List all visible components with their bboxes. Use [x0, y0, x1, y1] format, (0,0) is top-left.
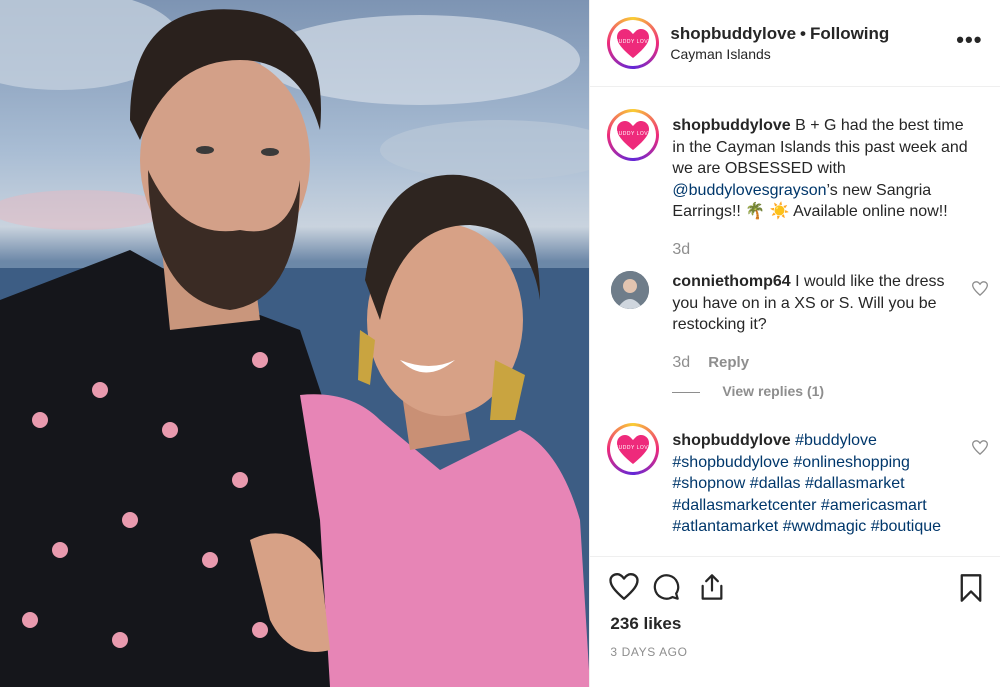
more-options-icon[interactable]: ••• — [956, 29, 982, 51]
location-link[interactable]: Cayman Islands — [670, 46, 770, 62]
bookmark-save-icon[interactable] — [959, 573, 983, 603]
share-upload-icon[interactable] — [698, 573, 726, 601]
post-header: BUDDY LOVE shopbuddylove • Following Cayma… — [590, 0, 1000, 87]
caption-text: shopbuddylove B + G had the best time in… — [672, 115, 972, 223]
comment-bubble-icon[interactable] — [652, 573, 680, 601]
commenter-avatar[interactable] — [611, 271, 650, 309]
caption-username[interactable]: shopbuddylove — [672, 117, 790, 134]
view-replies-button[interactable]: View replies (1) — [722, 383, 824, 399]
caption-time[interactable]: 3d — [672, 241, 690, 259]
following-button[interactable]: Following — [810, 24, 889, 43]
brand-avatar-text: BUDDY LOVE — [614, 39, 652, 46]
reply-button[interactable]: Reply — [708, 354, 749, 371]
comment2-text: shopbuddylove #buddylove #shopbuddylove … — [672, 430, 972, 538]
comments-section[interactable]: BUDDY LOVE shopbuddylove B + G had the b… — [590, 87, 1000, 555]
header-username[interactable]: shopbuddylove — [670, 24, 796, 43]
comment-meta-row: 3d Reply — [672, 354, 749, 372]
comment2-avatar[interactable]: BUDDY LOVE — [607, 423, 660, 475]
comment-time[interactable]: 3d — [672, 354, 690, 371]
comment2-like-heart-icon[interactable] — [972, 440, 989, 455]
brand-avatar-text: BUDDY LOVE — [614, 445, 652, 452]
replies-divider-line — [672, 392, 701, 393]
likes-count[interactable]: 236 likes — [610, 614, 681, 634]
comment-username[interactable]: conniethomp64 — [672, 273, 790, 290]
separator-dot: • — [800, 24, 806, 43]
caption-mention-link[interactable]: @buddylovesgrayson — [672, 182, 826, 199]
comment2-username[interactable]: shopbuddylove — [672, 432, 790, 449]
brand-avatar-text: BUDDY LOVE — [614, 131, 652, 138]
comment-text: conniethomp64 I would like the dress you… — [672, 271, 972, 336]
post-photo[interactable] — [0, 0, 590, 687]
profile-avatar[interactable]: BUDDY LOVE — [607, 17, 660, 69]
caption-avatar[interactable]: BUDDY LOVE — [607, 109, 660, 161]
photo-illustration — [0, 0, 590, 687]
instagram-post: BUDDY LOVE shopbuddylove • Following Cayma… — [0, 0, 1000, 687]
header-username-row: shopbuddylove • Following — [670, 24, 889, 44]
comment-like-heart-icon[interactable] — [972, 281, 989, 296]
post-sidebar: BUDDY LOVE shopbuddylove • Following Cayma… — [589, 0, 1000, 687]
like-heart-icon[interactable] — [609, 573, 640, 600]
post-date: 3 DAYS AGO — [610, 645, 688, 659]
post-actions: 236 likes 3 DAYS AGO — [590, 556, 1000, 688]
